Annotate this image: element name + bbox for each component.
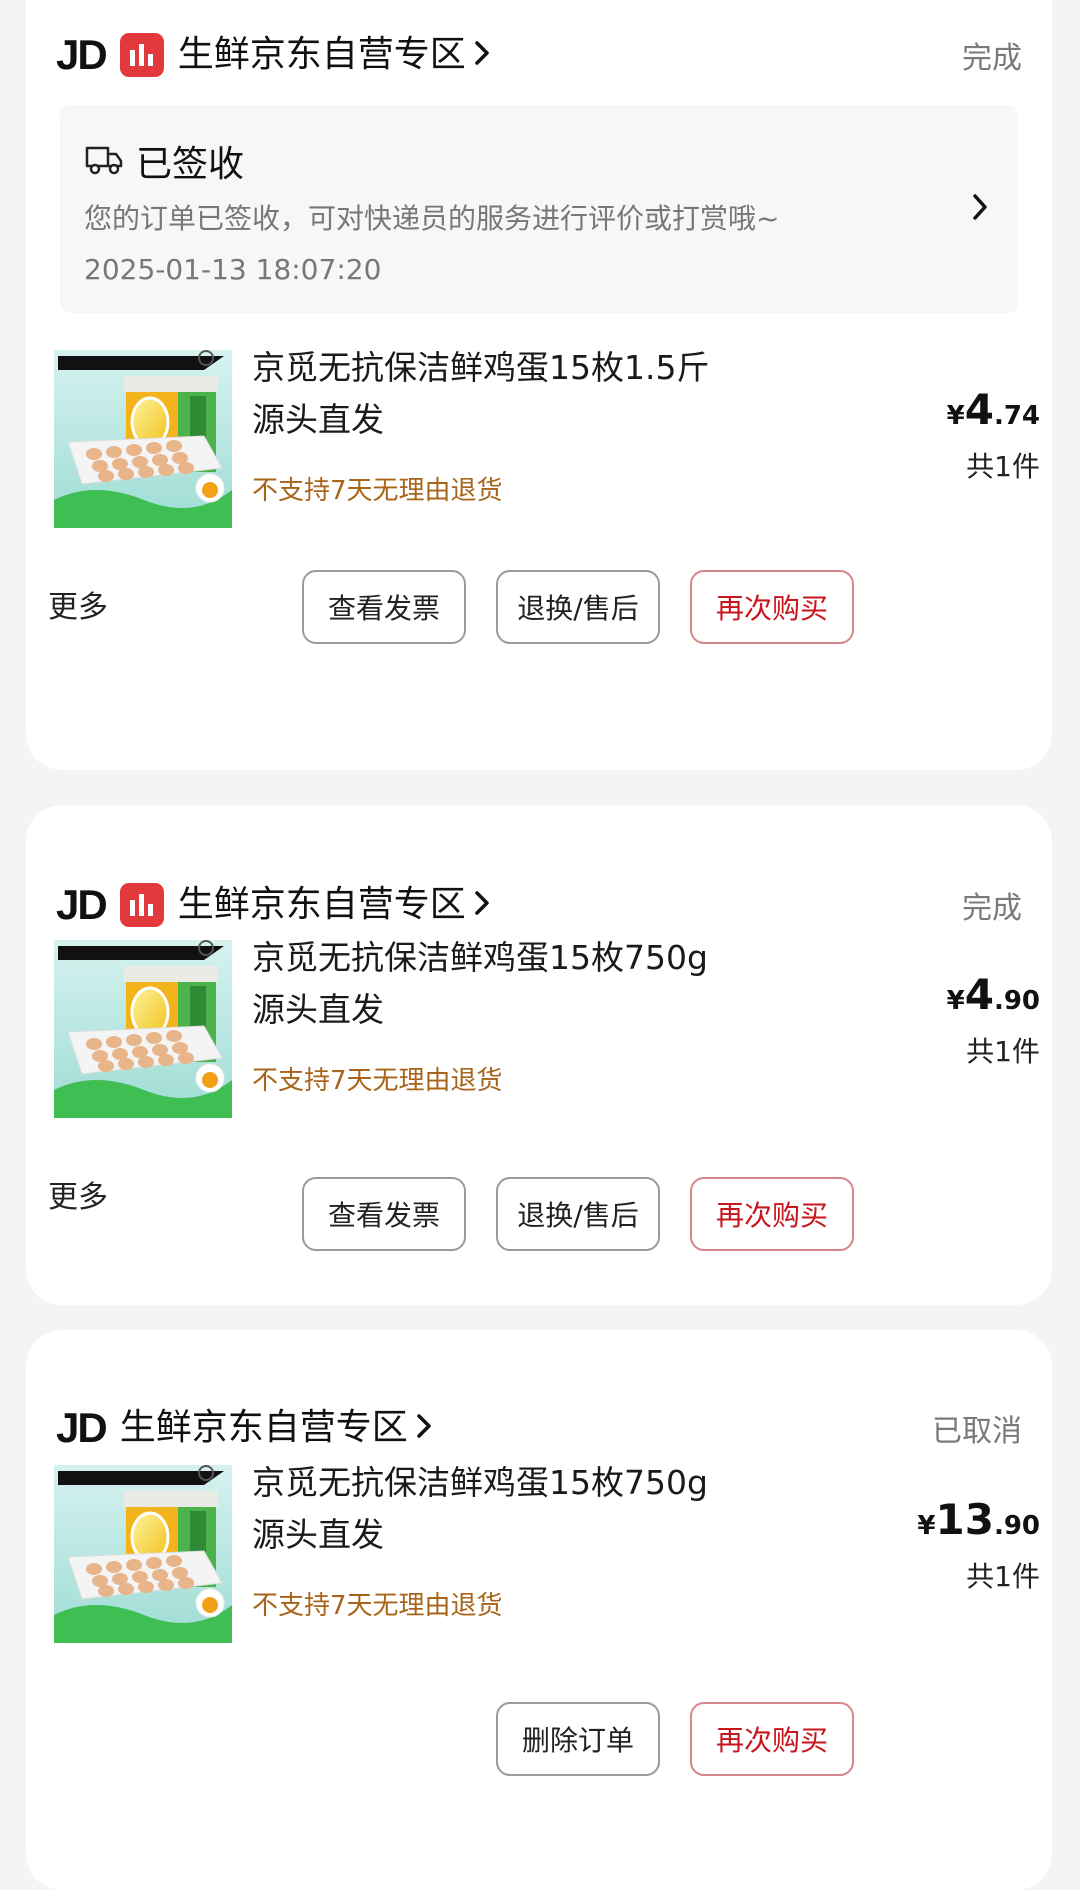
order-status: 完成: [962, 891, 1022, 926]
chevron-right-icon: [972, 193, 988, 225]
order-card: JD 生鲜京东自营专区 完成 京觅无抗保洁鲜鸡蛋15枚750g 源头直发 不支持…: [26, 805, 1052, 1305]
order-status: 完成: [962, 41, 1022, 76]
product-image[interactable]: [54, 940, 232, 1118]
store-header[interactable]: JD 生鲜京东自营专区 已取消: [56, 1398, 1022, 1458]
product-image[interactable]: [54, 1465, 232, 1643]
store-name: 生鲜京东自营专区: [119, 1407, 408, 1448]
product-price: ¥4.90: [946, 970, 1040, 1019]
chevron-right-icon: [474, 40, 490, 70]
product-title[interactable]: 京觅无抗保洁鲜鸡蛋15枚750g 源头直发: [252, 932, 732, 1036]
product-title[interactable]: 京觅无抗保洁鲜鸡蛋15枚1.5斤源头直发: [252, 342, 732, 446]
return-after-sale-button[interactable]: 退换/售后: [496, 1177, 660, 1251]
delete-order-button[interactable]: 删除订单: [496, 1702, 660, 1776]
fresh-badge-icon: [119, 33, 164, 77]
store-header[interactable]: JD 生鲜京东自营专区 完成: [56, 25, 1022, 85]
store-name: 生鲜京东自营专区: [177, 34, 466, 75]
logistics-title: 已签收: [136, 144, 245, 185]
jd-logo: JD: [56, 1404, 108, 1451]
fresh-badge-icon: [119, 883, 164, 927]
product-title[interactable]: 京觅无抗保洁鲜鸡蛋15枚750g 源头直发: [252, 1457, 732, 1561]
more-link[interactable]: 更多: [48, 582, 108, 626]
logistics-time: 2025-01-13 18:07:20: [84, 253, 382, 286]
return-policy-note: 不支持7天无理由退货: [252, 1066, 503, 1096]
product-price: ¥4.74: [946, 385, 1040, 434]
product-quantity: 共1件: [966, 450, 1040, 483]
buy-again-button[interactable]: 再次购买: [690, 1177, 854, 1251]
chevron-right-icon: [416, 1413, 432, 1443]
return-policy-note: 不支持7天无理由退货: [252, 476, 503, 506]
order-status: 已取消: [932, 1414, 1022, 1449]
store-name: 生鲜京东自营专区: [177, 884, 466, 925]
view-invoice-button[interactable]: 查看发票: [302, 570, 466, 644]
chevron-right-icon: [474, 890, 490, 920]
logistics-panel[interactable]: 已签收 您的订单已签收，可对快递员的服务进行评价或打赏哦~ 2025-01-13…: [60, 105, 1018, 313]
return-after-sale-button[interactable]: 退换/售后: [496, 570, 660, 644]
view-invoice-button[interactable]: 查看发票: [302, 1177, 466, 1251]
product-quantity: 共1件: [966, 1035, 1040, 1068]
order-card: JD 生鲜京东自营专区 完成 已签收 您的订单已签收，可对快递员的服务进行评价或…: [26, 0, 1052, 770]
return-policy-note: 不支持7天无理由退货: [252, 1591, 503, 1621]
product-price: ¥13.90: [917, 1495, 1040, 1544]
more-link[interactable]: 更多: [48, 1172, 108, 1216]
delivery-truck-icon: [84, 142, 124, 180]
buy-again-button[interactable]: 再次购买: [690, 570, 854, 644]
store-header[interactable]: JD 生鲜京东自营专区 完成: [56, 875, 1022, 935]
order-card: JD 生鲜京东自营专区 已取消 京觅无抗保洁鲜鸡蛋15枚750g 源头直发 不支…: [26, 1330, 1052, 1890]
product-quantity: 共1件: [966, 1560, 1040, 1593]
logistics-message: 您的订单已签收，可对快递员的服务进行评价或打赏哦~: [84, 202, 780, 235]
product-image[interactable]: [54, 350, 232, 528]
buy-again-button[interactable]: 再次购买: [690, 1702, 854, 1776]
jd-logo: JD: [56, 881, 108, 928]
jd-logo: JD: [56, 31, 108, 78]
